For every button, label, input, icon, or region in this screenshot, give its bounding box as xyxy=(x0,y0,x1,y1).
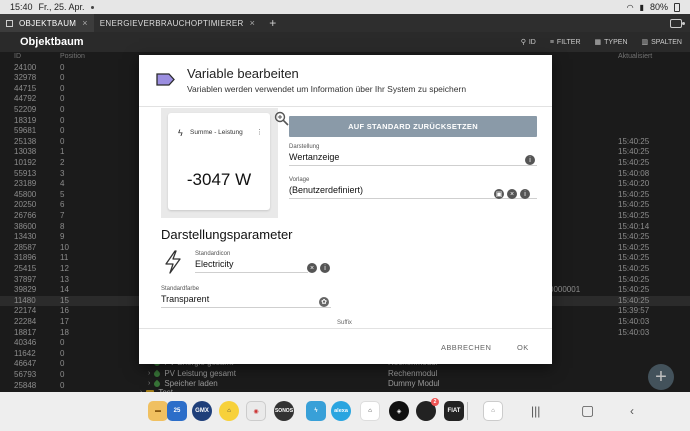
clear-icon[interactable]: × xyxy=(507,189,517,199)
filter-button[interactable]: ≡ FILTER xyxy=(550,38,581,46)
add-tab-button[interactable]: + xyxy=(261,16,284,30)
vorlage-actions: ▣ × i xyxy=(494,189,530,199)
vorlage-label: Vorlage xyxy=(289,177,310,183)
more-icon: ⋮ xyxy=(256,129,263,136)
status-date: Fr., 25. Apr. xyxy=(38,2,85,12)
filter-icon: ≡ xyxy=(549,38,554,46)
cancel-button[interactable]: ABBRECHEN xyxy=(441,343,491,352)
field-underline xyxy=(289,165,537,166)
alexa-app-icon[interactable]: alexa xyxy=(331,401,351,421)
types-icon: ▦ xyxy=(594,39,602,46)
page-title: Objektbaum xyxy=(20,36,84,48)
field-underline xyxy=(195,272,308,273)
launcher-icon[interactable]: ⌂ xyxy=(483,401,503,421)
suffix-label: Suffix xyxy=(337,320,352,326)
palette-icon[interactable]: ✿ xyxy=(319,297,329,307)
dialog-body: ϟ Summe - Leistung ⋮ -3047 W AUF STANDAR… xyxy=(139,108,552,328)
columns-button[interactable]: ▥ SPALTEN xyxy=(641,38,683,47)
signal-icon: ▮ xyxy=(639,2,644,12)
standardicon-value: Electricity xyxy=(195,259,234,269)
standardfarbe-label: Standardfarbe xyxy=(161,286,200,292)
preview-card: ϟ Summe - Leistung ⋮ -3047 W xyxy=(168,113,270,210)
reset-to-default-button[interactable]: AUF STANDARD ZURÜCKSETZEN xyxy=(289,116,537,137)
android-dock: ▬ 25 GMX ⌂ ◉ SONOS ϟ alexa ⌂ ◈ 2 FIAT ⌂ … xyxy=(0,392,690,431)
calendar-app-icon[interactable]: 25 xyxy=(167,401,187,421)
save-icon[interactable]: ▣ xyxy=(494,189,504,199)
dialog-subtitle: Variablen werden verwendet um Informatio… xyxy=(187,84,467,94)
dock-separator xyxy=(467,402,468,420)
tab-energieverbrauchoptimierer[interactable]: ENERGIEVERBRAUCHOPTIMIERER × xyxy=(94,14,261,32)
clear-icon[interactable]: × xyxy=(307,263,317,273)
notification-badge: 2 xyxy=(431,398,439,406)
info-icon[interactable]: i xyxy=(525,155,535,165)
search-icon: ⚲ xyxy=(520,39,526,46)
status-time: 15:40 xyxy=(10,2,33,12)
status-bar: 15:40 Fr., 25. Apr. ◠ ▮ 80% xyxy=(0,0,690,14)
dialog-footer: ABBRECHEN OK xyxy=(139,328,552,364)
darstellung-label: Darstellung xyxy=(289,144,320,150)
preview-label: Summe - Leistung xyxy=(190,129,243,136)
variable-tag-icon xyxy=(156,73,175,86)
title-bar: Objektbaum ⚲ ID ≡ FILTER ▦ TYPEN ▥ SPALTEN xyxy=(0,32,690,52)
standardicon-select[interactable]: Standardicon Electricity xyxy=(195,251,308,273)
files-app-icon[interactable]: ▬ xyxy=(148,401,168,421)
tile-preview: ϟ Summe - Leistung ⋮ -3047 W xyxy=(161,108,289,218)
tab-label: OBJEKTBAUM xyxy=(19,18,77,28)
edit-variable-dialog: Variable bearbeiten Variablen werden ver… xyxy=(139,55,552,364)
info-icon[interactable]: i xyxy=(520,189,530,199)
camera-app-icon[interactable]: ◉ xyxy=(246,401,266,421)
tab-label: ENERGIEVERBRAUCHOPTIMIERER xyxy=(99,18,244,28)
fiat-app-icon[interactable]: FIAT xyxy=(444,401,464,421)
section-title: Darstellungsparameter xyxy=(161,227,293,242)
sonos-app-icon[interactable]: SONOS xyxy=(274,401,294,421)
notify-app-icon[interactable]: 2 xyxy=(416,398,439,421)
field-underline xyxy=(161,307,331,308)
lightning-icon xyxy=(165,250,181,274)
notification-dot-icon xyxy=(90,5,94,9)
tab-objektbaum[interactable]: OBJEKTBAUM × xyxy=(0,14,94,32)
info-icon[interactable]: i xyxy=(320,263,330,273)
energy-app-icon[interactable]: ϟ xyxy=(306,401,326,421)
window-menu-icon[interactable] xyxy=(670,18,685,28)
recents-icon[interactable]: ||| xyxy=(531,404,540,418)
standardfarbe-select[interactable]: Standardfarbe Transparent xyxy=(161,286,331,308)
zoom-in-icon[interactable] xyxy=(274,111,289,126)
search-id-button[interactable]: ⚲ ID xyxy=(520,38,536,47)
sport-app-icon[interactable]: ◈ xyxy=(389,401,409,421)
tab-close-icon[interactable]: × xyxy=(82,18,88,28)
gmx-app-icon[interactable]: GMX xyxy=(192,401,212,421)
tab-icon xyxy=(6,19,13,27)
tab-bar: OBJEKTBAUM × ENERGIEVERBRAUCHOPTIMIERER … xyxy=(0,14,690,32)
battery-icon xyxy=(674,2,680,12)
standardicon-actions: × i xyxy=(307,263,330,273)
standardfarbe-value: Transparent xyxy=(161,294,210,304)
standardfarbe-actions: ✿ xyxy=(319,297,329,307)
darstellung-actions: i xyxy=(525,155,535,165)
darstellung-select[interactable]: Darstellung Wertanzeige xyxy=(289,144,537,166)
home-app-icon[interactable]: ⌂ xyxy=(360,401,380,421)
lightning-icon: ϟ xyxy=(178,128,183,138)
home-button-icon[interactable]: ▢ xyxy=(581,402,594,419)
back-icon[interactable]: ‹ xyxy=(630,404,634,418)
battery-level: 80% xyxy=(649,2,668,12)
darstellung-value: Wertanzeige xyxy=(289,152,340,162)
wifi-icon: ◠ xyxy=(626,2,634,12)
bank-app-icon[interactable]: ⌂ xyxy=(219,401,239,421)
ok-button[interactable]: OK xyxy=(517,343,529,352)
dialog-header: Variable bearbeiten Variablen werden ver… xyxy=(139,55,552,107)
preview-value: -3047 W xyxy=(186,170,252,189)
dialog-title: Variable bearbeiten xyxy=(187,66,299,81)
types-button[interactable]: ▦ TYPEN xyxy=(594,38,628,47)
standardicon-label: Standardicon xyxy=(195,251,231,257)
tab-close-icon[interactable]: × xyxy=(250,18,256,28)
columns-icon: ▥ xyxy=(641,39,649,46)
